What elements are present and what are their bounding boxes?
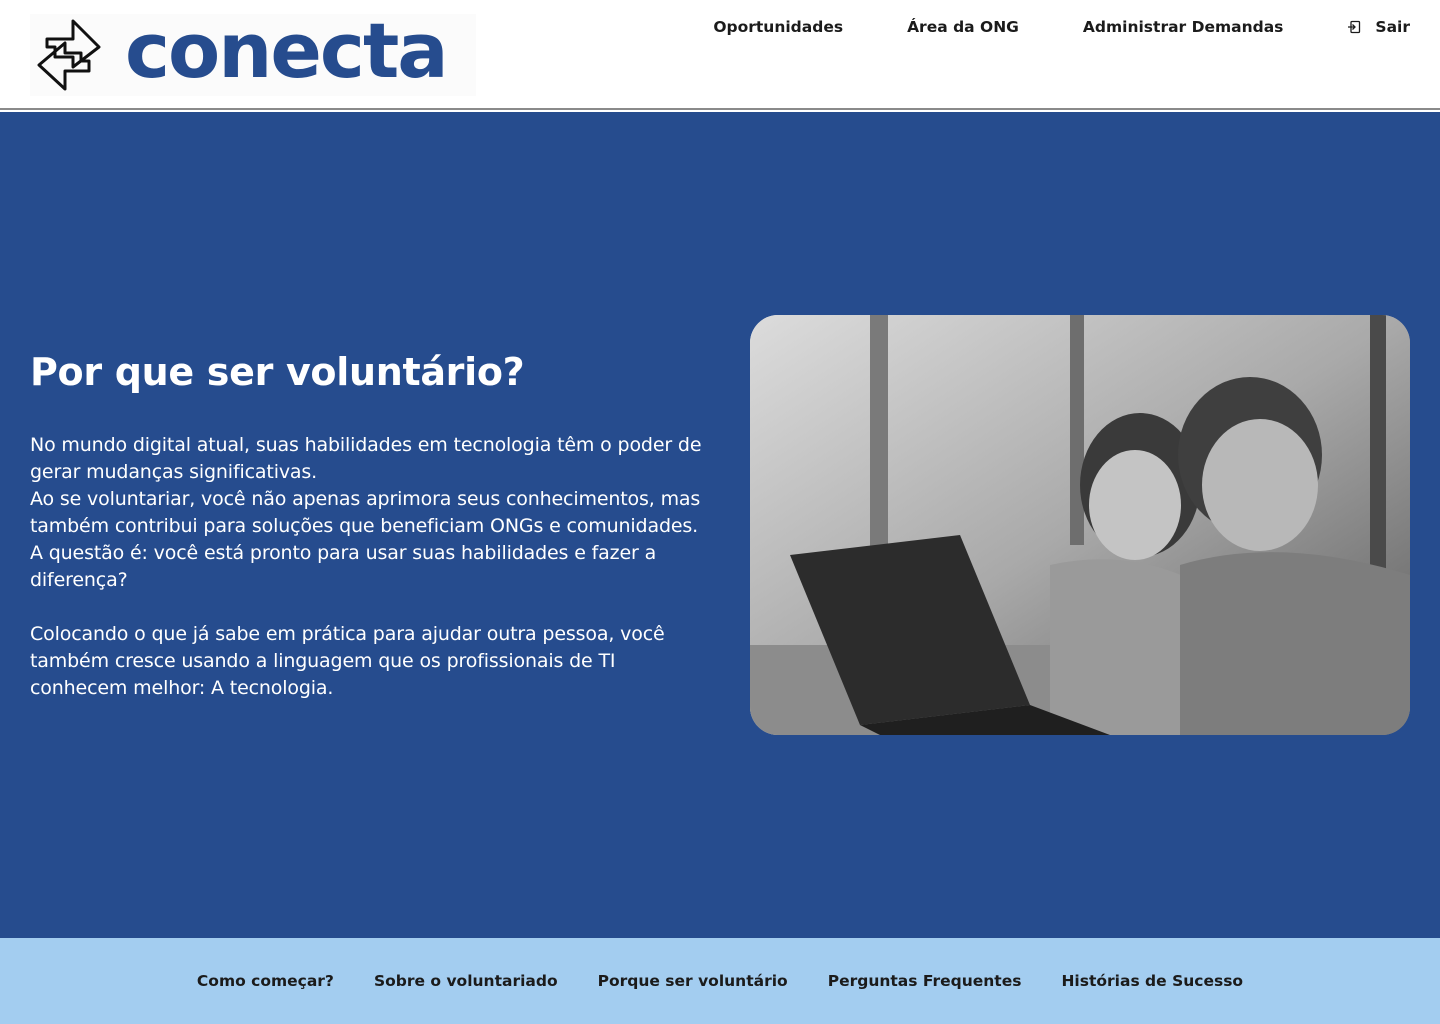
- footer-link-historias-de-sucesso[interactable]: Histórias de Sucesso: [1061, 972, 1243, 990]
- logout-icon: [1348, 20, 1361, 34]
- footer-link-sobre-voluntariado[interactable]: Sobre o voluntariado: [374, 972, 558, 990]
- arrows-exchange-icon: [37, 19, 101, 91]
- hero-title: Por que ser voluntário?: [30, 350, 525, 394]
- footer-link-porque-ser-voluntario[interactable]: Porque ser voluntário: [598, 972, 788, 990]
- hero-section: Por que ser voluntário? No mundo digital…: [0, 112, 1440, 938]
- nav-area-da-ong[interactable]: Área da ONG: [907, 16, 1019, 38]
- logo-text: conecta: [125, 6, 449, 95]
- main-nav: Oportunidades Área da ONG Administrar De…: [713, 16, 1410, 38]
- footer-nav: Como começar? Sobre o voluntariado Porqu…: [0, 938, 1440, 1024]
- hero-body: No mundo digital atual, suas habilidades…: [30, 432, 710, 702]
- site-header: conecta Oportunidades Área da ONG Admini…: [0, 0, 1440, 110]
- hero-text-paragraph: Colocando o que já sabe em prática para …: [30, 623, 665, 699]
- volunteers-photo: [750, 315, 1410, 735]
- nav-logout[interactable]: Sair: [1347, 16, 1410, 38]
- nav-oportunidades[interactable]: Oportunidades: [713, 16, 843, 38]
- hero-text-line: Ao se voluntariar, você não apenas aprim…: [30, 488, 701, 537]
- photo-illustration: [750, 315, 1410, 735]
- footer-link-perguntas-frequentes[interactable]: Perguntas Frequentes: [828, 972, 1022, 990]
- brand-logo[interactable]: conecta: [30, 6, 476, 96]
- hero-text-line: A questão é: você está pronto para usar …: [30, 542, 657, 591]
- nav-logout-label: Sair: [1375, 18, 1410, 36]
- nav-administrar-demandas[interactable]: Administrar Demandas: [1083, 16, 1284, 38]
- footer-link-como-comecar[interactable]: Como começar?: [197, 972, 334, 990]
- hero-text-line: No mundo digital atual, suas habilidades…: [30, 434, 702, 483]
